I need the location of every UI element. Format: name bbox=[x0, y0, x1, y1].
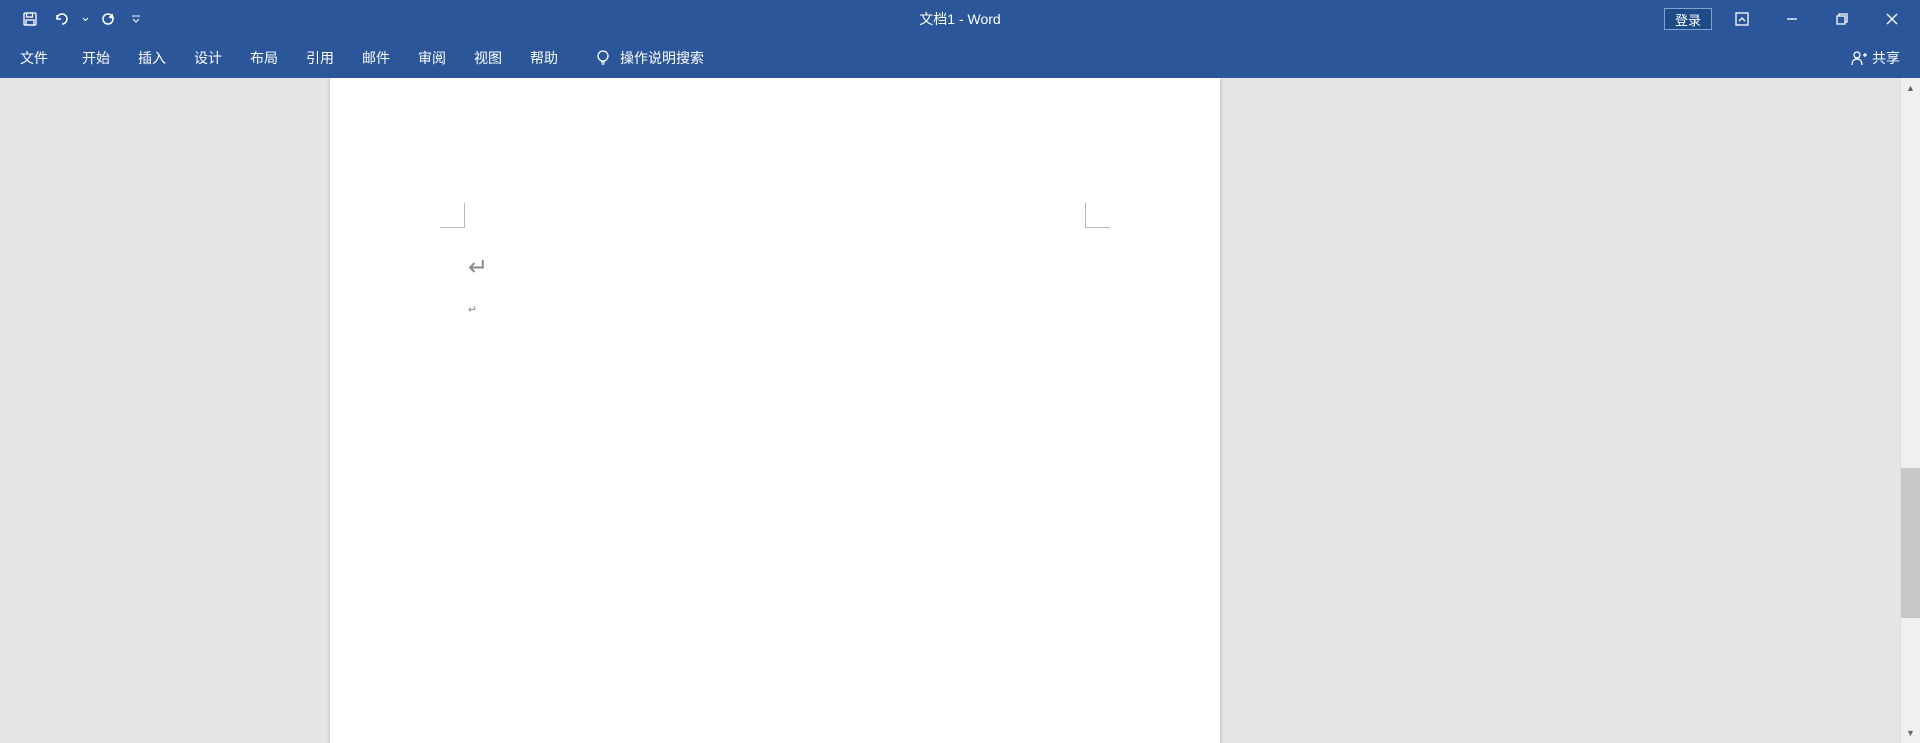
doc-name: 文档1 bbox=[919, 11, 955, 27]
window-controls: 登录 bbox=[1664, 0, 1920, 38]
login-button[interactable]: 登录 bbox=[1664, 8, 1712, 30]
tab-insert[interactable]: 插入 bbox=[124, 38, 180, 78]
paragraph-mark-icon: ↵ bbox=[468, 253, 488, 282]
scroll-thumb[interactable] bbox=[1901, 468, 1920, 618]
tab-help[interactable]: 帮助 bbox=[516, 38, 572, 78]
title-separator: - bbox=[955, 11, 967, 27]
qat-customize-button[interactable] bbox=[126, 5, 146, 33]
tab-layout[interactable]: 布局 bbox=[236, 38, 292, 78]
tab-design[interactable]: 设计 bbox=[180, 38, 236, 78]
share-icon bbox=[1850, 49, 1868, 67]
undo-icon bbox=[53, 11, 71, 27]
ribbon-display-button[interactable] bbox=[1722, 4, 1762, 34]
lightbulb-icon bbox=[594, 49, 612, 67]
customize-icon bbox=[131, 14, 141, 24]
undo-button[interactable] bbox=[48, 5, 76, 33]
title-bar: 文档1 - Word 登录 bbox=[0, 0, 1920, 38]
document-area[interactable]: ↵ ↵ bbox=[0, 78, 1900, 743]
tab-view[interactable]: 视图 bbox=[460, 38, 516, 78]
document-page[interactable]: ↵ ↵ bbox=[330, 78, 1220, 743]
paragraph-mark-icon: ↵ bbox=[468, 303, 477, 316]
tab-references[interactable]: 引用 bbox=[292, 38, 348, 78]
margin-marker-top-left bbox=[440, 203, 465, 228]
share-button[interactable]: 共享 bbox=[1844, 44, 1906, 72]
login-label: 登录 bbox=[1675, 10, 1701, 29]
redo-icon bbox=[100, 11, 116, 27]
share-label: 共享 bbox=[1872, 48, 1900, 68]
chevron-down-icon bbox=[82, 17, 89, 22]
close-button[interactable] bbox=[1872, 4, 1912, 34]
quick-access-toolbar bbox=[0, 0, 146, 38]
tell-me-search[interactable]: 操作说明搜索 bbox=[588, 38, 710, 78]
margin-marker-top-right bbox=[1085, 203, 1110, 228]
qat-dropdown-undo[interactable] bbox=[80, 5, 90, 33]
ribbon-display-icon bbox=[1735, 12, 1749, 26]
scroll-down-button[interactable]: ▼ bbox=[1901, 723, 1920, 743]
close-icon bbox=[1885, 12, 1899, 26]
ribbon-tabs: 文件 开始 插入 设计 布局 引用 邮件 审阅 视图 帮助 操作说明搜索 共享 bbox=[0, 38, 1920, 78]
save-icon bbox=[22, 11, 38, 27]
scroll-track[interactable] bbox=[1901, 98, 1920, 723]
tab-home[interactable]: 开始 bbox=[68, 38, 124, 78]
chevron-up-icon: ▲ bbox=[1906, 83, 1915, 93]
scroll-up-button[interactable]: ▲ bbox=[1901, 78, 1920, 98]
tell-me-label: 操作说明搜索 bbox=[620, 48, 704, 68]
chevron-down-icon: ▼ bbox=[1906, 728, 1915, 738]
redo-button[interactable] bbox=[94, 5, 122, 33]
save-button[interactable] bbox=[16, 5, 44, 33]
minimize-button[interactable] bbox=[1772, 4, 1812, 34]
vertical-scrollbar[interactable]: ▲ ▼ bbox=[1900, 78, 1920, 743]
minimize-icon bbox=[1785, 12, 1799, 26]
app-name: Word bbox=[968, 11, 1001, 27]
tab-review[interactable]: 审阅 bbox=[404, 38, 460, 78]
document-title: 文档1 - Word bbox=[919, 9, 1000, 29]
restore-button[interactable] bbox=[1822, 4, 1862, 34]
tab-file[interactable]: 文件 bbox=[6, 38, 62, 78]
restore-icon bbox=[1835, 12, 1849, 26]
tab-mailings[interactable]: 邮件 bbox=[348, 38, 404, 78]
